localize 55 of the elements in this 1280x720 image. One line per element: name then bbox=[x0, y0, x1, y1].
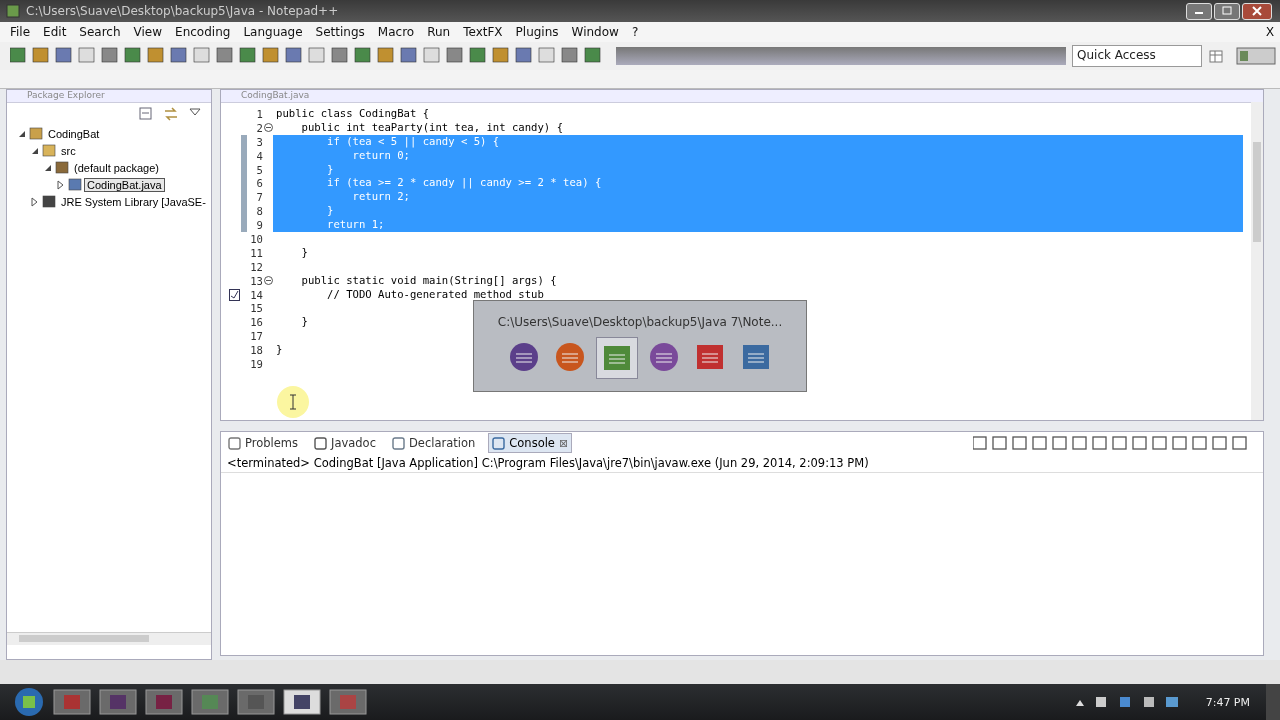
menu-item[interactable]: ? bbox=[631, 25, 639, 39]
line-number: 15 bbox=[249, 302, 263, 315]
menu-item[interactable]: Run bbox=[427, 25, 451, 39]
line-number: 13 bbox=[249, 274, 263, 287]
menu-item[interactable]: TextFX bbox=[463, 25, 503, 39]
window-title: C:\Users\Suave\Desktop\backup5\Java - Notepad++ bbox=[26, 4, 339, 18]
line-number: 14 bbox=[249, 288, 263, 301]
line-number: 9 bbox=[255, 219, 263, 232]
view-tab[interactable]: Javadoc bbox=[311, 434, 379, 452]
view-tab[interactable]: Console ⊠ bbox=[488, 433, 573, 453]
menu-item[interactable]: Window bbox=[571, 25, 619, 39]
line-number: 10 bbox=[249, 232, 263, 245]
menu-item[interactable]: View bbox=[133, 25, 163, 39]
view-tab[interactable]: Declaration bbox=[388, 434, 479, 452]
menu-item[interactable]: Plugins bbox=[515, 25, 559, 39]
line-number: 1 bbox=[255, 107, 263, 120]
line-number: 2 bbox=[255, 121, 263, 134]
line-number: 11 bbox=[249, 246, 263, 259]
line-number: 12 bbox=[249, 260, 263, 273]
tree-item[interactable]: CodingBat bbox=[45, 126, 103, 141]
code-line: public class CodingBat { bbox=[275, 107, 430, 121]
menu-item[interactable]: Search bbox=[79, 25, 121, 39]
code-line: // TODO Auto-generated method stub bbox=[326, 287, 544, 302]
menu-item[interactable]: Language bbox=[243, 25, 303, 39]
close-icon[interactable]: ⊠ bbox=[558, 436, 569, 450]
code-line: public static void main(String[] args) { bbox=[300, 273, 557, 288]
tree-item[interactable]: src bbox=[58, 143, 79, 158]
line-number: 17 bbox=[249, 330, 263, 343]
line-number: 3 bbox=[255, 135, 263, 148]
switcher-title: C:\Users\Suave\Desktop\backup5\Java 7\Note... bbox=[496, 315, 784, 329]
console-output: <terminated> CodingBat [Java Application] C:\Program Files\Java\jre7\bin\javaw.exe (Jun 29, 2014, 2:09:13 PM) bbox=[221, 454, 1263, 473]
quick-access-field[interactable]: Quick Access bbox=[1072, 45, 1202, 67]
line-number: 16 bbox=[249, 316, 263, 329]
menu-item[interactable]: File bbox=[10, 25, 31, 39]
code-line: } bbox=[300, 315, 308, 330]
line-number: 7 bbox=[255, 191, 263, 204]
view-tab[interactable]: Problems bbox=[225, 434, 301, 452]
line-number: 6 bbox=[255, 177, 263, 190]
line-number: 4 bbox=[255, 149, 263, 162]
code-line: } bbox=[300, 245, 308, 260]
tree-item[interactable]: (default package) bbox=[71, 160, 162, 175]
code-line: public int teaParty(int tea, int candy) { bbox=[300, 120, 563, 135]
menu-item[interactable]: Encoding bbox=[175, 25, 231, 39]
line-number: 19 bbox=[249, 357, 263, 370]
menu-item[interactable]: Settings bbox=[315, 25, 365, 39]
code-line: } bbox=[275, 343, 283, 358]
clock: 7:47 PM bbox=[1205, 695, 1250, 709]
tree-item[interactable]: CodingBat.java bbox=[84, 177, 165, 192]
menu-item[interactable]: Edit bbox=[43, 25, 67, 39]
close-button[interactable]: X bbox=[1266, 25, 1274, 39]
line-number: 18 bbox=[249, 344, 263, 357]
line-number: 8 bbox=[255, 205, 263, 218]
line-number: 5 bbox=[255, 163, 263, 176]
menu-item[interactable]: Macro bbox=[377, 25, 415, 39]
tree-item[interactable]: JRE System Library [JavaSE- bbox=[58, 194, 209, 209]
